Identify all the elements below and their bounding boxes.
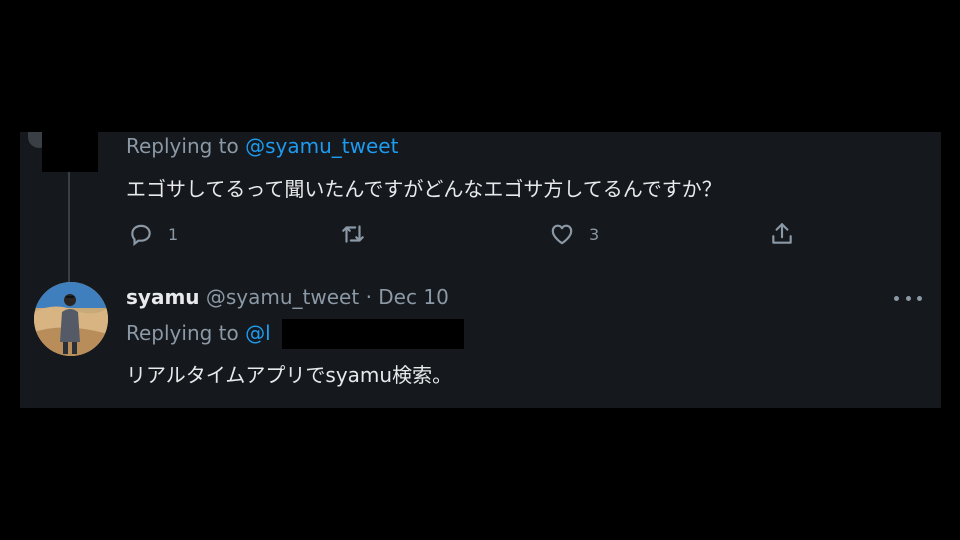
more-icon [894,295,899,301]
more-options-button[interactable] [894,289,922,307]
like-button[interactable]: 3 [549,221,599,247]
tweet-date[interactable]: Dec 10 [378,285,449,309]
replying-to-handle-link[interactable]: @l [245,321,271,345]
user-avatar[interactable] [34,282,108,356]
replying-to-handle-link[interactable]: @syamu_tweet [245,134,398,158]
more-icon [905,295,911,301]
more-icon [917,295,922,301]
replying-to-prefix: Replying to [126,134,246,158]
reply-tweet-text: リアルタイムアプリでsyamu検索。 [126,363,453,387]
reply-replying-to: Replying to @l [126,321,271,345]
tweet-thread-panel: Replying to @syamu_tweet エゴサしてるって聞いたんですが… [20,132,941,408]
author-handle[interactable]: @syamu_tweet [206,285,359,309]
retweet-button[interactable] [340,221,380,247]
reply-author-line: syamu @syamu_tweet · Dec 10 [126,285,449,309]
retweet-icon [342,225,364,243]
reply-button[interactable]: 1 [128,221,178,247]
like-icon [551,224,573,245]
share-button[interactable] [769,221,795,247]
parent-tweet-text: エゴサしてるって聞いたんですがどんなエゴサ方してるんですか？ [126,177,722,201]
reply-count: 1 [168,224,179,244]
redacted-handle [282,319,464,349]
parent-replying-to: Replying to @syamu_tweet [126,134,398,158]
author-name[interactable]: syamu [126,285,200,309]
share-icon [772,223,792,244]
reply-icon [131,224,151,247]
thread-connector-line [68,172,70,290]
like-count: 3 [589,224,600,244]
replying-to-prefix: Replying to [126,321,246,345]
redacted-avatar [42,132,98,172]
user-avatar-image [34,282,108,356]
meta-separator: · [365,285,372,309]
